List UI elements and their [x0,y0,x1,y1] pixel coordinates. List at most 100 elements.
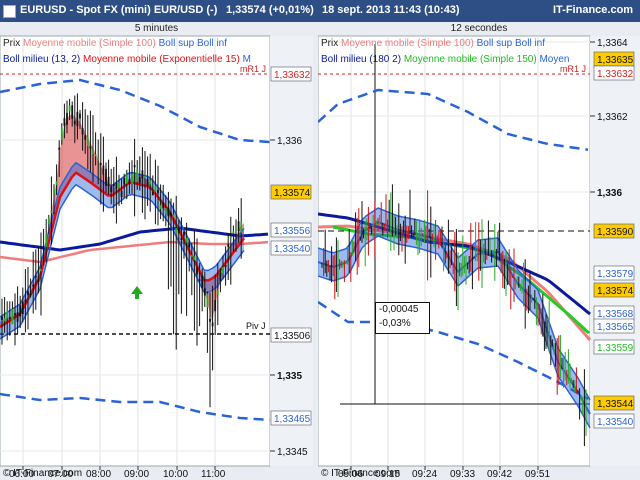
left-candle-body [131,173,133,185]
right-xtick-label: 09:42 [487,469,512,480]
left-mr1-label: mR1 J [240,64,267,74]
left-candle-body [16,312,19,322]
left-candle-body [167,207,170,217]
left-candle-body [227,244,230,247]
left-candle-body [92,150,94,154]
right-price-tag: 1,33590 [597,227,634,238]
left-candle-body [185,237,188,243]
left-candle-body [125,174,128,184]
left-candle-body [47,217,50,225]
left-candle-body [118,182,120,189]
legend-sma150: Moyenne mobile (Simple 150) [403,54,537,65]
left-legend-row-1: Prix Moyenne mobile (Simple 100) Boll su… [3,38,227,49]
left-candle-body [73,120,76,125]
left-candle-body [219,273,222,281]
left-candle-body [21,301,24,315]
left-candle-body [76,111,79,127]
left-candle-body [50,210,53,213]
left-candle-body [110,186,113,193]
window-checkbox-icon[interactable] [3,5,16,18]
left-candle-body [19,305,22,317]
symbol-title: EURUSD - Spot FX (mini) EUR/USD (-) [20,4,218,16]
left-candle-body [14,313,16,316]
left-ytick-label: 1,336 [277,136,302,147]
right-price-tag: 1,33632 [597,69,634,80]
left-chart-panel[interactable]: 5 minutes 1,336 1,335 1,3345 1,33632 1,33574… [0,22,313,480]
left-candle-body [162,202,165,209]
left-candle-body [209,318,211,322]
left-candle-body [172,214,175,218]
left-candle-body [99,163,102,166]
left-candle-body [235,228,237,231]
left-candle-body [141,170,144,179]
right-xtick-label: 09:24 [412,469,437,480]
left-candle-body [32,284,35,287]
measure-percent: -0,03% [379,318,411,329]
left-price-tag: 1,33540 [274,244,311,255]
legend-boll: Boll sup Boll inf [158,38,228,49]
left-candle-body [206,293,209,308]
left-candle-body [29,293,32,296]
left-candle-body [42,247,45,251]
left-price-tag: 1,33632 [274,70,311,81]
left-candle-body [27,291,29,296]
datetime-label: 18 sept. 2013 11:43 (10:43) [322,4,460,16]
left-candle-body [128,179,131,184]
left-candle-body [170,212,172,217]
left-candle-body [237,221,240,231]
left-candle-body [188,243,191,248]
left-candle-body [102,165,105,175]
left-price-tag: 1,33506 [274,331,311,342]
left-chart-svg[interactable]: 1,336 1,335 1,3345 1,33632 1,33574 1,33556 1,3… [0,22,313,480]
left-legend-row-2: Boll milieu (13, 2) Moyenne mobile (Expo… [3,54,269,65]
legend-prix: Prix [3,38,21,49]
left-candle-body [203,288,206,296]
right-legend-row-1: Prix Moyenne mobile (Simple 100) Boll su… [321,38,545,49]
left-candle-body [34,275,37,278]
left-candle-body [11,308,14,325]
left-candle-body [214,300,217,312]
left-price-tag: 1,33556 [274,226,311,237]
left-candle-body [63,118,66,126]
right-price-tag: 1,33540 [597,417,634,428]
left-candle-body [68,105,71,112]
left-candle-body [107,176,110,186]
left-candle-body [157,189,159,194]
left-xtick-label: 10:00 [163,469,188,480]
left-xtick-label: 08:00 [86,469,111,480]
right-mr1-label: mR1 J [560,64,587,74]
left-candle-body [240,222,243,233]
left-candle-body [159,205,162,209]
legend-ma-simple: Moyenne mobile (Simple 100) [23,38,156,49]
left-xtick-label: 11:00 [201,469,226,480]
left-candle-body [40,269,42,272]
right-xtick-label: 09:33 [450,469,475,480]
legend-ma-simple: Moyenne mobile (Simple 100) [341,38,474,49]
right-chart-panel[interactable]: 12 secondes 1,3364 1,3362 1,336 1,33635 1,33… [318,22,640,480]
right-ytick-label: 1,3362 [597,112,628,123]
left-xtick-label: 09:00 [124,469,149,480]
left-candle-body [8,316,11,319]
left-candle-body [151,192,154,196]
left-candle-body [222,266,224,274]
left-ytick-label: 1,335 [277,371,302,382]
left-copyright: © IT-Finance.com [3,468,83,479]
legend-ema: Moyenne mobile (Exponentielle 15) [83,54,240,65]
left-ytick-label: 1,3345 [277,447,308,458]
left-candle-body [123,177,126,185]
left-candle-body [24,299,27,304]
legend-boll-mid: Boll milieu (13, 2) [3,54,81,65]
left-candle-body [232,231,235,234]
left-candle-body [1,316,3,320]
left-candle-body [190,254,193,257]
right-price-tag: 1,33565 [597,322,634,333]
left-candle-body [154,185,157,192]
left-candle-body [89,146,92,149]
right-legend-row-2: Boll milieu (180 2) Moyenne mobile (Simp… [321,54,589,65]
right-chart-svg[interactable]: 1,3364 1,3362 1,336 1,33635 1,33632 1,33590 1,… [318,22,640,480]
left-candle-body [193,256,196,261]
left-candle-body [180,238,183,241]
left-candle-body [94,154,97,157]
left-candle-body [86,136,89,147]
title-bar: EURUSD - Spot FX (mini) EUR/USD (-) 1,33… [0,0,640,22]
